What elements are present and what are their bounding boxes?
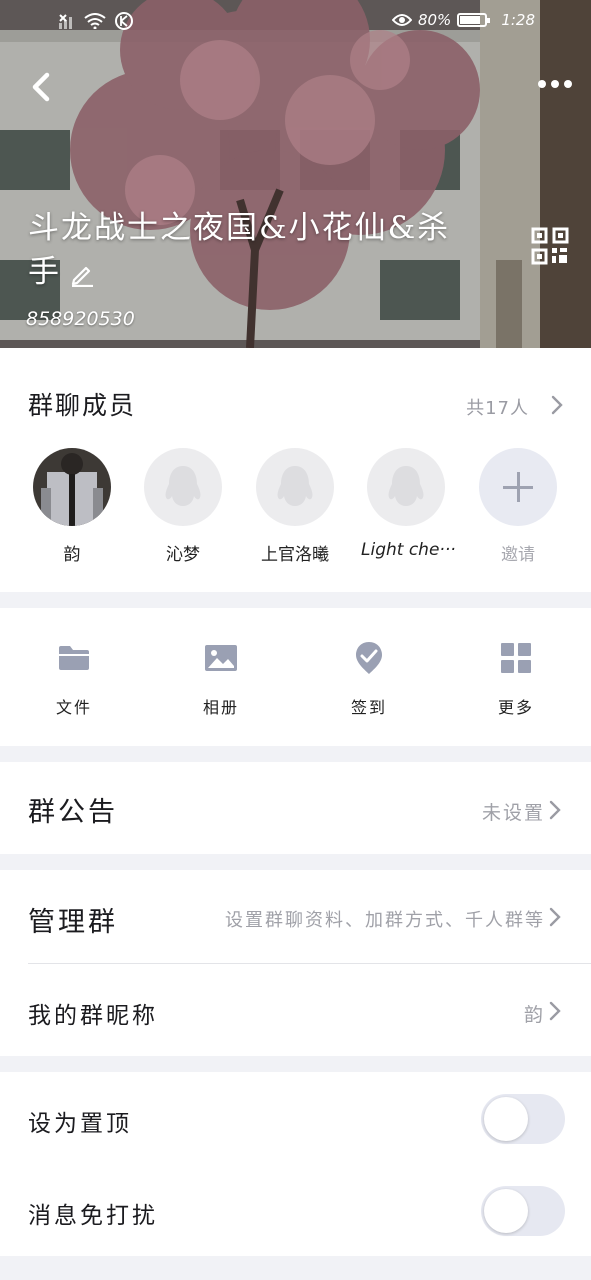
tool-checkin[interactable]: 签到 [319,640,419,718]
grid-icon [501,643,531,673]
member-name: 上官洛曦 [261,545,329,565]
pin-top-label: 设为置顶 [28,1111,132,1137]
member-item[interactable]: 沁梦 [138,448,228,565]
toggle-knob [484,1189,528,1233]
manage-group-label[interactable]: 管理群 [28,900,118,939]
member-item[interactable]: 韵 [27,448,117,565]
member-name: 韵 [63,545,81,565]
status-bar-right: 80% 1:28 [391,11,535,29]
qr-code-icon[interactable] [530,226,570,266]
tool-more[interactable]: 更多 [466,640,566,718]
chevron-right-icon [549,800,561,820]
more-options-button[interactable] [538,74,578,94]
chevron-right-icon[interactable] [548,1000,562,1022]
mute-toggle[interactable] [481,1186,565,1236]
invite-label: 邀请 [501,545,535,565]
folder-icon [59,646,89,670]
announcement-value: 未设置 [481,802,545,824]
tool-label: 更多 [497,698,534,717]
member-name: 沁梦 [166,545,200,565]
checkin-icon [356,642,382,674]
back-button[interactable] [26,70,56,104]
manage-group-value[interactable]: 设置群聊资料、加群方式、千人群等 [225,906,545,932]
tool-files[interactable]: 文件 [24,640,124,718]
my-nickname-value[interactable]: 韵 [524,1000,545,1027]
divider [28,963,591,964]
tool-album[interactable]: 相册 [171,640,271,718]
member-item[interactable]: 上官洛曦 [250,448,340,565]
battery-percent: 80% [417,11,452,29]
group-title[interactable]: 斗龙战士之夜国&小花仙&杀手 [28,206,468,294]
invite-member-button[interactable]: 邀请 [473,448,563,565]
battery-icon [457,13,491,27]
header-background-image [0,0,591,348]
member-avatar-default [256,448,334,526]
announcement-label: 群公告 [28,797,118,828]
wifi-icon [84,13,106,29]
dot-icon [564,80,572,88]
member-item[interactable]: Light che··· [361,448,456,560]
clock-time: 1:28 [501,11,535,29]
dot-icon [538,80,546,88]
chevron-right-icon[interactable] [548,906,562,928]
toggle-knob [484,1097,528,1141]
signal-off-icon [59,14,72,29]
member-avatar [33,448,111,526]
status-bar: 80% 1:28 [0,0,591,44]
plus-icon [479,448,557,526]
group-header: 80% 1:28 斗龙战士之夜国&小花仙&杀手 858920530 [0,0,591,348]
member-name: Light che··· [361,540,456,560]
group-id: 858920530 [26,308,135,330]
dot-icon [551,80,559,88]
edit-pencil-icon[interactable] [69,261,95,287]
tool-label: 文件 [55,698,92,717]
status-bar-left [58,11,134,31]
penguin-avatar-icon [388,466,424,506]
tool-label: 签到 [350,698,387,717]
image-icon [205,645,237,671]
member-photo-image [33,448,111,526]
member-avatar-default [144,448,222,526]
members-section-title: 群聊成员 [28,391,137,420]
member-avatar-default [367,448,445,526]
members-count-link[interactable]: 共17人 [466,394,529,420]
nfc-icon [115,12,133,30]
penguin-avatar-icon [277,466,313,506]
eye-icon [391,14,412,26]
mute-label: 消息免打扰 [28,1203,158,1229]
my-nickname-label[interactable]: 我的群昵称 [28,996,158,1030]
penguin-avatar-icon [165,466,201,506]
tool-label: 相册 [202,698,239,717]
pin-top-toggle[interactable] [481,1094,565,1144]
chevron-right-icon[interactable] [550,394,564,416]
